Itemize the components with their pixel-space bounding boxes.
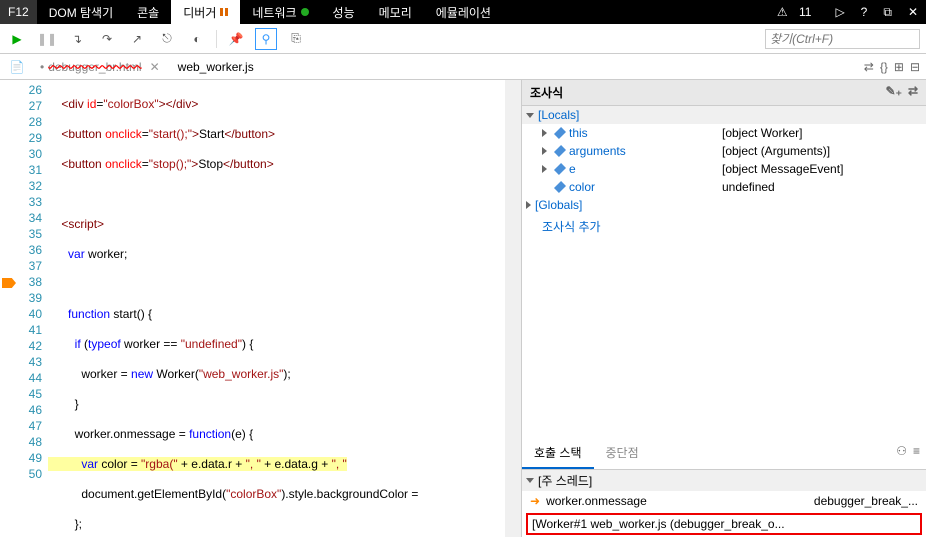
watches-header: 조사식 ✎₊⇄	[522, 80, 926, 106]
debug-toolbar: ▶ ❚❚ ↴ ↷ ↗ ⎋ ◐ 📌 ⚲ ⎘	[0, 24, 926, 54]
watch-row[interactable]: colorundefined	[522, 178, 926, 196]
file-tab-inactive[interactable]: • debugger_br.html ✕	[34, 58, 166, 76]
help-icon[interactable]: ?	[853, 5, 876, 19]
continue-button[interactable]: ▶	[6, 28, 28, 50]
tab-debugger[interactable]: 디버거	[171, 0, 240, 24]
locals-group[interactable]: [Locals]	[522, 106, 926, 124]
toggle-icon[interactable]: ⊞	[894, 60, 904, 74]
code-editor[interactable]: 2627282930313233343536373839404142434445…	[0, 80, 521, 537]
main-thread-group[interactable]: [주 스레드]	[522, 470, 926, 491]
warning-icon[interactable]: ⚠ 11	[769, 5, 828, 19]
tab-dom-explorer[interactable]: DOM 탐색기	[37, 0, 125, 24]
add-watch-icon[interactable]: ✎₊	[886, 84, 902, 101]
vertical-scrollbar[interactable]	[505, 80, 521, 537]
tab-performance[interactable]: 성능	[321, 0, 367, 24]
tab-console[interactable]: 콘솔	[125, 0, 171, 24]
step-over-button[interactable]: ↷	[96, 28, 118, 50]
async-icon[interactable]: ⚇	[896, 444, 907, 463]
undock-icon[interactable]: ⧉	[875, 5, 900, 20]
step-into-button[interactable]: ↴	[66, 28, 88, 50]
tab-memory[interactable]: 메모리	[367, 0, 424, 24]
watch-row[interactable]: e[object MessageEvent]	[522, 160, 926, 178]
format-icon[interactable]: {}	[880, 60, 888, 74]
line-numbers: 2627282930313233343536373839404142434445…	[18, 80, 48, 537]
file-tabs-bar: 📄 • debugger_br.html ✕ web_worker.js ⇄ {…	[0, 54, 926, 80]
pretty-print-button[interactable]: ⎘	[285, 28, 307, 50]
file-tab-active[interactable]: web_worker.js	[172, 58, 260, 76]
options-icon[interactable]: ⊟	[910, 60, 920, 74]
close-tab-icon[interactable]: ✕	[150, 60, 160, 74]
tab-emulation[interactable]: 에뮬레이션	[424, 0, 503, 24]
watch-row[interactable]: arguments[object (Arguments)]	[522, 142, 926, 160]
pause-button[interactable]: ❚❚	[36, 28, 58, 50]
code-content[interactable]: <div id="colorBox"></div> <button onclic…	[48, 80, 505, 537]
watch-row[interactable]: this[object Worker]	[522, 124, 926, 142]
console-toggle-icon[interactable]: ▷	[827, 5, 852, 19]
step-out-button[interactable]: ↗	[126, 28, 148, 50]
f12-label: F12	[0, 0, 37, 24]
pause-icon	[220, 8, 228, 16]
open-file-icon[interactable]: 📄	[6, 56, 28, 78]
add-watch-link[interactable]: 조사식 추가	[522, 214, 926, 239]
word-wrap-icon[interactable]: ⇄	[864, 60, 874, 74]
current-frame-icon: ➜	[530, 494, 540, 508]
exception-button[interactable]: ◐	[186, 28, 208, 50]
pin-icon[interactable]: 📌	[225, 28, 247, 50]
stack-frame[interactable]: ➜ worker.onmessage debugger_break_...	[522, 491, 926, 511]
just-my-code-button[interactable]: ⚲	[255, 28, 277, 50]
search-input[interactable]	[765, 29, 920, 49]
toggle-icon[interactable]: ⇄	[908, 84, 918, 101]
frames-icon[interactable]: ≡	[913, 444, 920, 463]
tab-breakpoints[interactable]: 중단점	[594, 438, 651, 469]
break-new-worker-button[interactable]: ⎋	[156, 28, 178, 50]
close-icon[interactable]: ✕	[900, 5, 926, 19]
top-tabs: F12 DOM 탐색기 콘솔 디버거 네트워크 성능 메모리 에뮬레이션 ⚠ 1…	[0, 0, 926, 24]
tab-callstack[interactable]: 호출 스택	[522, 438, 594, 469]
globals-group[interactable]: [Globals]	[522, 196, 926, 214]
record-icon	[301, 8, 309, 16]
worker-thread-frame[interactable]: [Worker#1 web_worker.js (debugger_break_…	[526, 513, 922, 535]
tab-network[interactable]: 네트워크	[240, 0, 320, 24]
